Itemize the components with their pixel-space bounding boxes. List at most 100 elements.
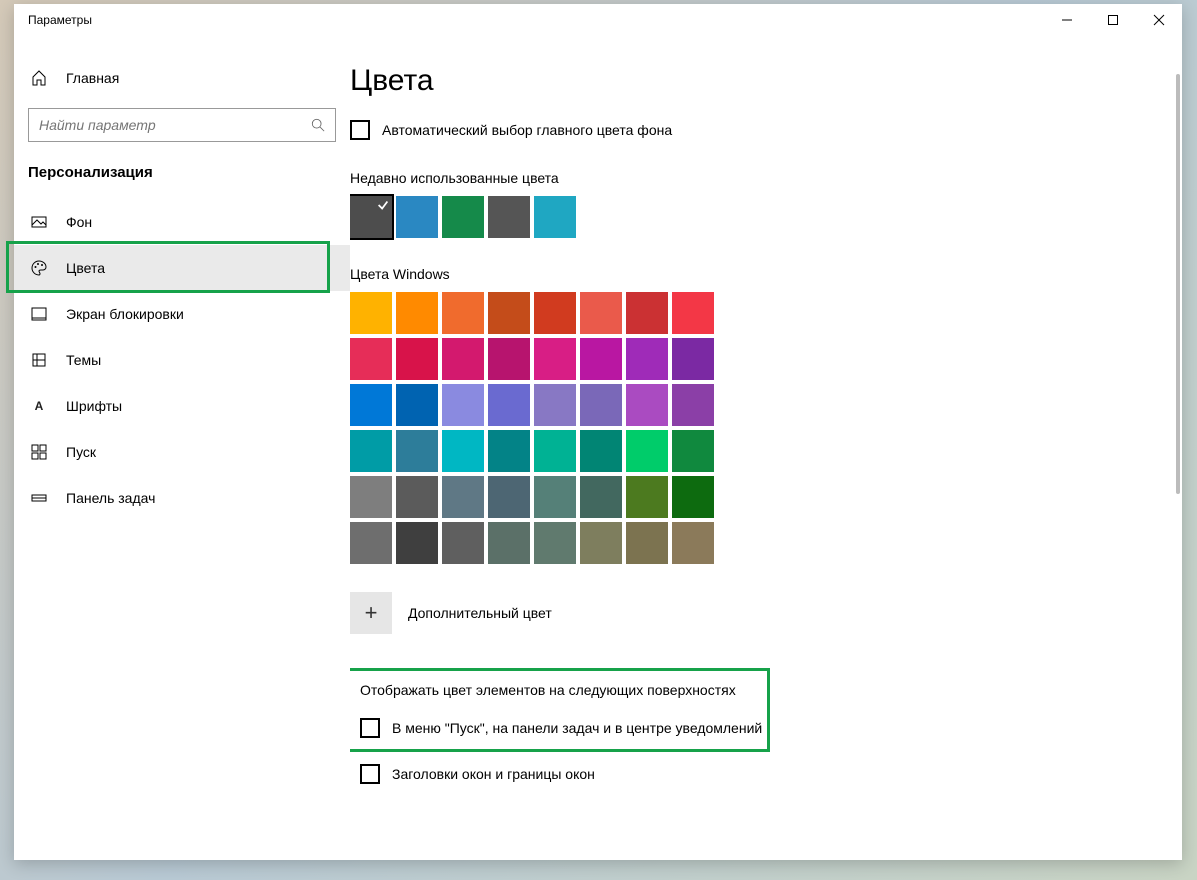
color-swatch[interactable]	[488, 476, 530, 518]
color-swatch[interactable]	[534, 476, 576, 518]
sidebar-item-label: Экран блокировки	[66, 306, 184, 322]
color-swatch[interactable]	[442, 338, 484, 380]
settings-window: Параметры Главная Пе	[14, 4, 1182, 860]
windows-colors-grid	[350, 292, 1182, 564]
color-swatch[interactable]	[396, 292, 438, 334]
color-swatch[interactable]	[350, 476, 392, 518]
sidebar-item-fonts[interactable]: A Шрифты	[14, 383, 350, 429]
minimize-button[interactable]	[1044, 4, 1090, 36]
color-swatch[interactable]	[580, 430, 622, 472]
home-link[interactable]: Главная	[14, 56, 350, 100]
color-swatch[interactable]	[488, 430, 530, 472]
tutorial-highlight-2	[350, 668, 770, 752]
recent-color-swatch[interactable]	[442, 196, 484, 238]
color-swatch[interactable]	[672, 384, 714, 426]
surfaces-heading: Отображать цвет элементов на следующих п…	[360, 682, 770, 698]
color-swatch[interactable]	[396, 522, 438, 564]
sidebar-item-colors[interactable]: Цвета	[14, 245, 350, 291]
color-swatch[interactable]	[442, 384, 484, 426]
titlebar: Параметры	[14, 4, 1182, 36]
color-swatch[interactable]	[672, 338, 714, 380]
plus-icon: +	[365, 600, 378, 626]
color-swatch[interactable]	[442, 522, 484, 564]
color-swatch[interactable]	[626, 338, 668, 380]
color-swatch[interactable]	[534, 430, 576, 472]
surface-check-titlebars[interactable]: Заголовки окон и границы окон	[360, 764, 1182, 784]
sidebar-item-themes[interactable]: Темы	[14, 337, 350, 383]
close-button[interactable]	[1136, 4, 1182, 36]
home-icon	[28, 70, 50, 86]
sidebar-item-label: Фон	[66, 214, 92, 230]
recent-color-swatch[interactable]	[396, 196, 438, 238]
color-swatch[interactable]	[580, 476, 622, 518]
sidebar-item-background[interactable]: Фон	[14, 199, 350, 245]
color-swatch[interactable]	[488, 338, 530, 380]
home-label: Главная	[66, 70, 119, 86]
color-swatch[interactable]	[580, 338, 622, 380]
color-swatch[interactable]	[442, 476, 484, 518]
taskbar-icon	[28, 490, 50, 506]
category-title: Персонализация	[14, 164, 350, 199]
color-swatch[interactable]	[672, 292, 714, 334]
recent-color-swatch[interactable]	[488, 196, 530, 238]
color-swatch[interactable]	[442, 292, 484, 334]
sidebar-item-start[interactable]: Пуск	[14, 429, 350, 475]
color-swatch[interactable]	[396, 338, 438, 380]
color-swatch[interactable]	[442, 430, 484, 472]
color-swatch[interactable]	[626, 384, 668, 426]
additional-color-row[interactable]: + Дополнительный цвет	[350, 592, 1182, 634]
scrollbar[interactable]	[1176, 74, 1180, 494]
color-swatch[interactable]	[350, 384, 392, 426]
color-swatch[interactable]	[534, 384, 576, 426]
color-swatch[interactable]	[672, 522, 714, 564]
color-swatch[interactable]	[488, 292, 530, 334]
check-icon	[376, 198, 390, 212]
search-box[interactable]	[28, 108, 336, 142]
sidebar-item-label: Цвета	[66, 260, 105, 276]
color-swatch[interactable]	[580, 522, 622, 564]
search-input[interactable]	[39, 117, 311, 133]
sidebar-item-taskbar[interactable]: Панель задач	[14, 475, 350, 521]
color-swatch[interactable]	[396, 384, 438, 426]
surface-check-start[interactable]: В меню "Пуск", на панели задач и в центр…	[360, 718, 770, 738]
color-swatch[interactable]	[396, 476, 438, 518]
surface-check-titlebars-label: Заголовки окон и границы окон	[392, 766, 595, 782]
recent-colors-heading: Недавно использованные цвета	[350, 170, 1182, 186]
auto-pick-checkbox-row[interactable]: Автоматический выбор главного цвета фона	[350, 120, 1182, 140]
content-area: Цвета Автоматический выбор главного цвет…	[350, 36, 1182, 860]
color-swatch[interactable]	[626, 292, 668, 334]
recent-color-swatch[interactable]	[534, 196, 576, 238]
color-swatch[interactable]	[396, 430, 438, 472]
color-swatch[interactable]	[534, 522, 576, 564]
color-swatch[interactable]	[350, 522, 392, 564]
color-swatch[interactable]	[350, 292, 392, 334]
color-swatch[interactable]	[580, 292, 622, 334]
window-title: Параметры	[28, 13, 92, 27]
maximize-button[interactable]	[1090, 4, 1136, 36]
color-swatch[interactable]	[350, 338, 392, 380]
sidebar-item-label: Темы	[66, 352, 101, 368]
plus-button[interactable]: +	[350, 592, 392, 634]
color-swatch[interactable]	[580, 384, 622, 426]
color-swatch[interactable]	[350, 430, 392, 472]
color-swatch[interactable]	[534, 292, 576, 334]
color-swatch[interactable]	[672, 476, 714, 518]
themes-icon	[28, 352, 50, 368]
color-swatch[interactable]	[534, 338, 576, 380]
color-swatch[interactable]	[626, 430, 668, 472]
checkbox-icon[interactable]	[360, 718, 380, 738]
recent-color-swatch[interactable]	[350, 196, 392, 238]
sidebar-item-lockscreen[interactable]: Экран блокировки	[14, 291, 350, 337]
windows-colors-heading: Цвета Windows	[350, 266, 1182, 282]
checkbox-icon[interactable]	[360, 764, 380, 784]
color-swatch[interactable]	[488, 384, 530, 426]
checkbox-icon[interactable]	[350, 120, 370, 140]
picture-icon	[28, 214, 50, 230]
surface-check-start-label: В меню "Пуск", на панели задач и в центр…	[392, 720, 762, 736]
page-title: Цвета	[350, 64, 1182, 98]
color-swatch[interactable]	[672, 430, 714, 472]
additional-color-label: Дополнительный цвет	[408, 605, 552, 621]
color-swatch[interactable]	[626, 522, 668, 564]
color-swatch[interactable]	[488, 522, 530, 564]
color-swatch[interactable]	[626, 476, 668, 518]
